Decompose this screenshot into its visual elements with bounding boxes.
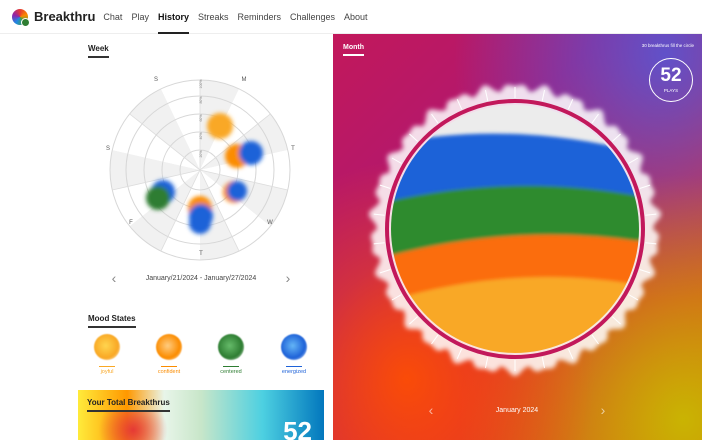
total-title: Your Total Breakthrus bbox=[87, 398, 170, 412]
mood-joyful[interactable]: joyful bbox=[87, 334, 127, 375]
ring-label-20: 20% bbox=[199, 150, 203, 157]
brand-name[interactable]: Breakthru bbox=[34, 9, 95, 24]
month-panel: Month 30 breakthrus fill the circle 52 P… bbox=[333, 34, 702, 440]
confident-blob-icon bbox=[156, 334, 182, 360]
day-label-mon: M bbox=[242, 77, 247, 83]
mood-confident[interactable]: confident bbox=[149, 334, 189, 375]
total-value: 52 bbox=[283, 416, 312, 440]
week-blob-energized-4 bbox=[189, 212, 211, 234]
day-label-thu: T bbox=[199, 251, 203, 257]
mood-label-centered: centered bbox=[220, 369, 242, 375]
energized-blob-icon bbox=[281, 334, 307, 360]
mood-title: Mood States bbox=[88, 314, 136, 328]
chevron-right-icon[interactable]: › bbox=[282, 270, 294, 286]
mood-label-confident: confident bbox=[157, 369, 181, 375]
week-polar-chart: M T W T F S S 100% 80% 60% 40% 20% bbox=[106, 77, 295, 261]
month-circle bbox=[368, 84, 662, 377]
mood-states: joyful confident centered energized bbox=[84, 334, 314, 384]
nav-streaks[interactable]: Streaks bbox=[198, 8, 229, 26]
ring-label-100: 100% bbox=[199, 80, 203, 89]
chevron-right-icon[interactable]: › bbox=[597, 402, 609, 418]
nav-reminders[interactable]: Reminders bbox=[237, 8, 281, 26]
week-blob-joyful-1 bbox=[207, 113, 233, 139]
day-label-sat: S bbox=[106, 146, 110, 152]
fill-hint: 30 breakthrus fill the circle bbox=[641, 43, 694, 48]
nav-chat[interactable]: Chat bbox=[103, 8, 122, 26]
joyful-blob-icon bbox=[94, 334, 120, 360]
day-label-wed: W bbox=[267, 220, 273, 226]
top-nav: Breakthru Chat Play History Streaks Remi… bbox=[0, 0, 702, 34]
nav-play[interactable]: Play bbox=[131, 8, 149, 26]
chevron-left-icon[interactable]: ‹ bbox=[108, 270, 120, 286]
chevron-left-icon[interactable]: ‹ bbox=[425, 402, 437, 418]
left-panel: Week M T W T F S S 100% 80% 60% 40% 20% … bbox=[0, 34, 333, 440]
day-label-tue: T bbox=[291, 146, 295, 152]
mood-energized[interactable]: energized bbox=[274, 334, 314, 375]
week-blob-energized-2 bbox=[227, 181, 247, 201]
week-title: Week bbox=[88, 44, 109, 58]
total-breakthrus-card: Your Total Breakthrus 52 bbox=[78, 390, 324, 440]
week-blob-energized-1 bbox=[239, 141, 263, 165]
month-title: Month bbox=[343, 44, 364, 56]
nav-history[interactable]: History bbox=[157, 8, 189, 34]
week-blob-centered-1 bbox=[146, 186, 170, 210]
breakthru-logo-icon[interactable] bbox=[12, 8, 30, 27]
month-nav: ‹ January 2024 › bbox=[425, 402, 609, 418]
mood-centered[interactable]: centered bbox=[211, 334, 251, 375]
ring-label-40: 40% bbox=[199, 132, 203, 139]
nav-about[interactable]: About bbox=[344, 8, 368, 26]
nav-challenges[interactable]: Challenges bbox=[290, 8, 335, 26]
ring-label-80: 80% bbox=[199, 96, 203, 103]
day-label-sun: S bbox=[154, 77, 158, 83]
week-nav: ‹ January/21/2024 - January/27/2024 › bbox=[108, 270, 294, 286]
day-label-fri: F bbox=[129, 220, 133, 226]
ring-label-60: 60% bbox=[199, 114, 203, 121]
mood-label-joyful: joyful bbox=[100, 369, 114, 375]
centered-blob-icon bbox=[218, 334, 244, 360]
mood-label-energized: energized bbox=[281, 369, 307, 375]
week-range: January/21/2024 - January/27/2024 bbox=[145, 274, 257, 282]
month-label: January 2024 bbox=[495, 406, 539, 414]
